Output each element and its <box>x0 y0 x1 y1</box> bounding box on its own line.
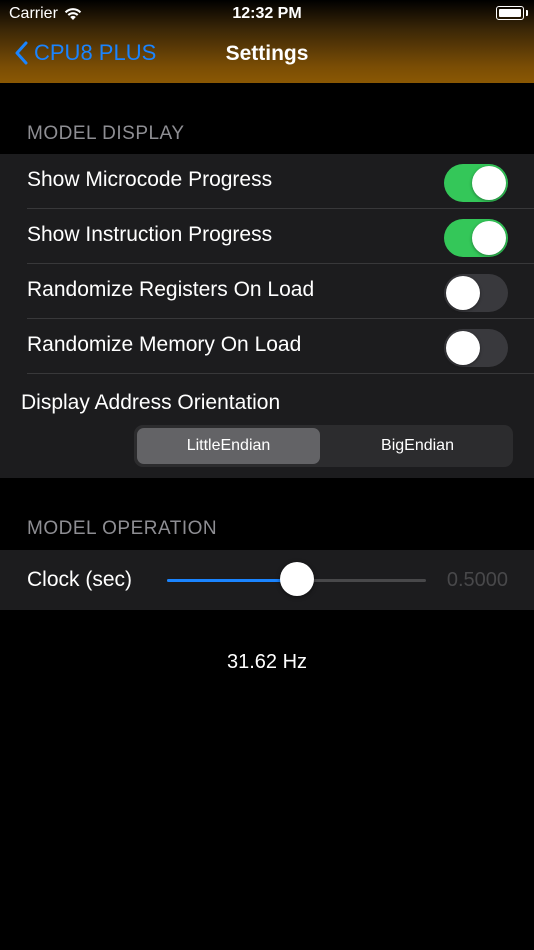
toggle-label: Show Instruction Progress <box>27 223 273 246</box>
clock-label: Clock (sec) <box>27 568 133 591</box>
segment-little-endian[interactable]: LittleEndian <box>137 428 320 464</box>
status-bar: Carrier 12:32 PM <box>0 0 534 28</box>
frequency-readout: 31.62 Hz <box>226 651 308 673</box>
toggle-row-instruction-progress: Show Instruction Progress <box>0 209 534 264</box>
toggle-label: Randomize Registers On Load <box>27 278 315 301</box>
toggle-row-randomize-memory: Randomize Memory On Load <box>0 319 534 374</box>
clock-value: 0.5000 <box>446 569 508 591</box>
segment-big-endian[interactable]: BigEndian <box>325 428 510 464</box>
randomize-memory-switch[interactable] <box>444 329 508 367</box>
instruction-progress-switch[interactable] <box>444 219 508 257</box>
toggle-label: Show Microcode Progress <box>27 168 273 191</box>
toggle-row-microcode-progress: Show Microcode Progress <box>0 154 534 209</box>
clock-slider[interactable] <box>167 562 426 596</box>
battery-icon <box>496 6 528 20</box>
toggle-label: Randomize Memory On Load <box>27 333 302 356</box>
randomize-registers-switch[interactable] <box>444 274 508 312</box>
orientation-label: Display Address Orientation <box>21 391 281 414</box>
clock-slider-fill <box>167 579 297 582</box>
section-header-model-display: MODEL DISPLAY <box>27 123 185 144</box>
clock-slider-thumb[interactable] <box>279 562 314 596</box>
toggle-row-randomize-registers: Randomize Registers On Load <box>0 264 534 319</box>
section-header-model-operation: MODEL OPERATION <box>27 518 218 539</box>
page-title: Settings <box>225 42 309 65</box>
status-time: 12:32 PM <box>232 5 302 22</box>
microcode-progress-switch[interactable] <box>444 164 508 202</box>
address-orientation-segmented-control: LittleEndian BigEndian <box>134 425 513 467</box>
navigation-bar: Carrier 12:32 PM CPU8 PLUS Settings <box>0 0 534 83</box>
